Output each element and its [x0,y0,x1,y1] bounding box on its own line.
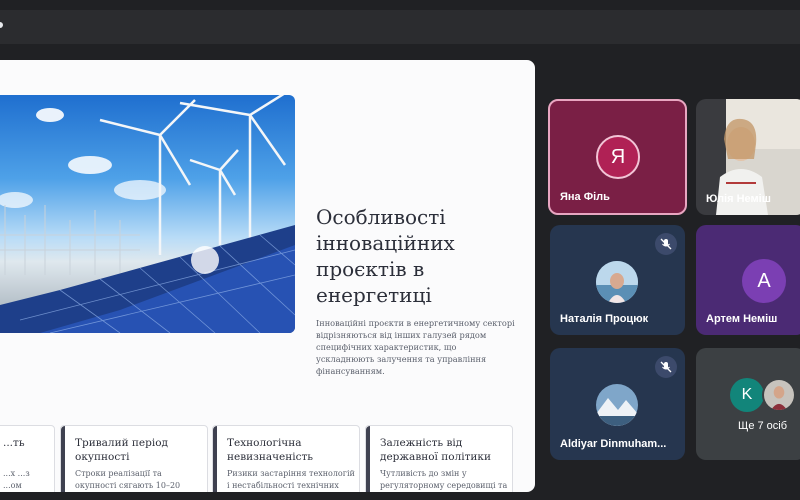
participant-tile-yulia[interactable]: Юлія Неміш [696,99,800,215]
avatar: А [742,259,786,303]
card-partial: ...ть ...х ...з ...ом [0,425,55,492]
presentation-slide: Особливості інноваційних проєктів в енер… [0,60,535,492]
avatar: K [730,378,764,412]
participant-name: Наталія Процюк [560,313,649,325]
card-text: Строки реалізації та окупності сягають 1… [75,469,181,490]
card-accent [213,426,217,492]
avatar [596,261,638,303]
slide-title: Особливості інноваційних проєктів в енер… [316,205,455,307]
card-accent [366,426,370,492]
participant-tile-natalia[interactable]: Наталія Процюк [550,225,685,335]
participant-name: Артем Неміш [706,313,778,325]
card-text: Чутливість до змін у регуляторному серед… [380,469,508,490]
participant-tile-aldiyar[interactable]: Aldiyar Dinmuham... [550,348,685,460]
participant-name: Яна Філь [560,191,610,203]
card-title: Технологічна невизначеність [227,437,314,463]
card-payback: Тривалий період окупності Строки реаліза… [60,425,208,492]
card-text: ...х ...з ...ом [3,469,30,490]
card-text: Ризики застаріння технологій і нестабіль… [227,469,355,490]
participant-name: Юлія Неміш [706,193,771,205]
card-title: Тривалий період окупності [75,437,168,463]
card-accent [61,426,65,492]
participant-tile-yana[interactable]: Я Яна Філь [548,99,687,215]
more-participants-label: Ще 7 осіб [738,420,788,432]
toolbar-strip [0,10,800,44]
card-title: Залежність від державної політики [380,437,491,463]
energy-image [0,95,295,333]
mic-off-icon [655,356,677,378]
avatar: Я [596,135,640,179]
more-participants-tile[interactable]: K Ще 7 осіб [696,348,800,460]
card-policy: Залежність від державної політики Чутлив… [365,425,513,492]
card-tech: Технологічна невизначеність Ризики заста… [212,425,360,492]
browser-top-bar [0,0,800,44]
participant-name: Aldiyar Dinmuham... [560,438,667,450]
slide-description: Інноваційні проєкти в енергетичному сект… [316,318,515,376]
mic-off-icon [655,233,677,255]
participant-tile-artem[interactable]: А Артем Неміш [696,225,800,335]
avatar [762,378,796,412]
avatar [596,384,638,426]
